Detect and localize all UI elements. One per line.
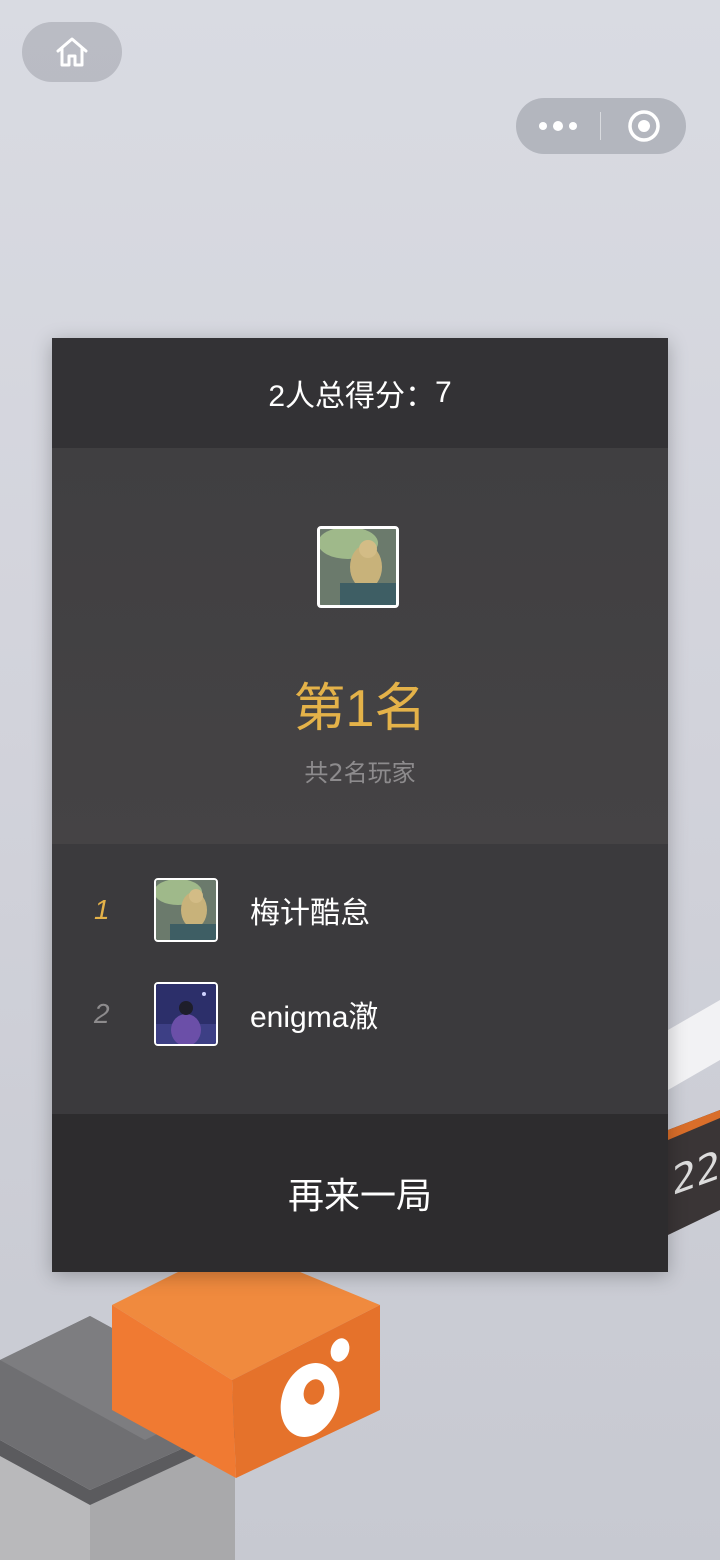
total-score-header: 2人总得分： 7 xyxy=(52,338,668,448)
home-icon xyxy=(56,37,88,67)
leaderboard-list: 1 梅计酷怠 2 enigma澈 xyxy=(52,844,668,1114)
player-name: enigma澈 xyxy=(250,1001,379,1034)
players-count: 共2名玩家 xyxy=(304,759,416,787)
more-button[interactable] xyxy=(516,98,600,154)
mini-program-capsule xyxy=(516,98,686,154)
close-button[interactable] xyxy=(601,98,686,154)
total-score-label: 2人总得分： xyxy=(268,380,435,413)
rank-number: 2 xyxy=(94,998,110,1029)
total-score-value: 7 xyxy=(435,376,452,409)
player-name: 梅计酷怠 xyxy=(250,897,370,930)
list-item: 1 梅计酷怠 xyxy=(52,858,668,962)
rank-title: 第1名 xyxy=(293,680,427,738)
more-dots-icon xyxy=(539,122,547,130)
winner-section: 第1名 共2名玩家 xyxy=(52,448,668,844)
avatar xyxy=(154,878,218,942)
winner-avatar xyxy=(317,526,399,608)
target-close-icon xyxy=(627,110,660,142)
result-modal: 2人总得分： 7 第1名 共2名玩家 1 梅计酷怠 2 enigma澈 再来一局 xyxy=(52,338,668,1272)
rank-number: 1 xyxy=(94,894,110,925)
home-button[interactable] xyxy=(22,22,122,82)
play-again-button[interactable]: 再来一局 xyxy=(52,1114,668,1272)
list-item: 2 enigma澈 xyxy=(52,962,668,1066)
avatar xyxy=(154,982,218,1046)
